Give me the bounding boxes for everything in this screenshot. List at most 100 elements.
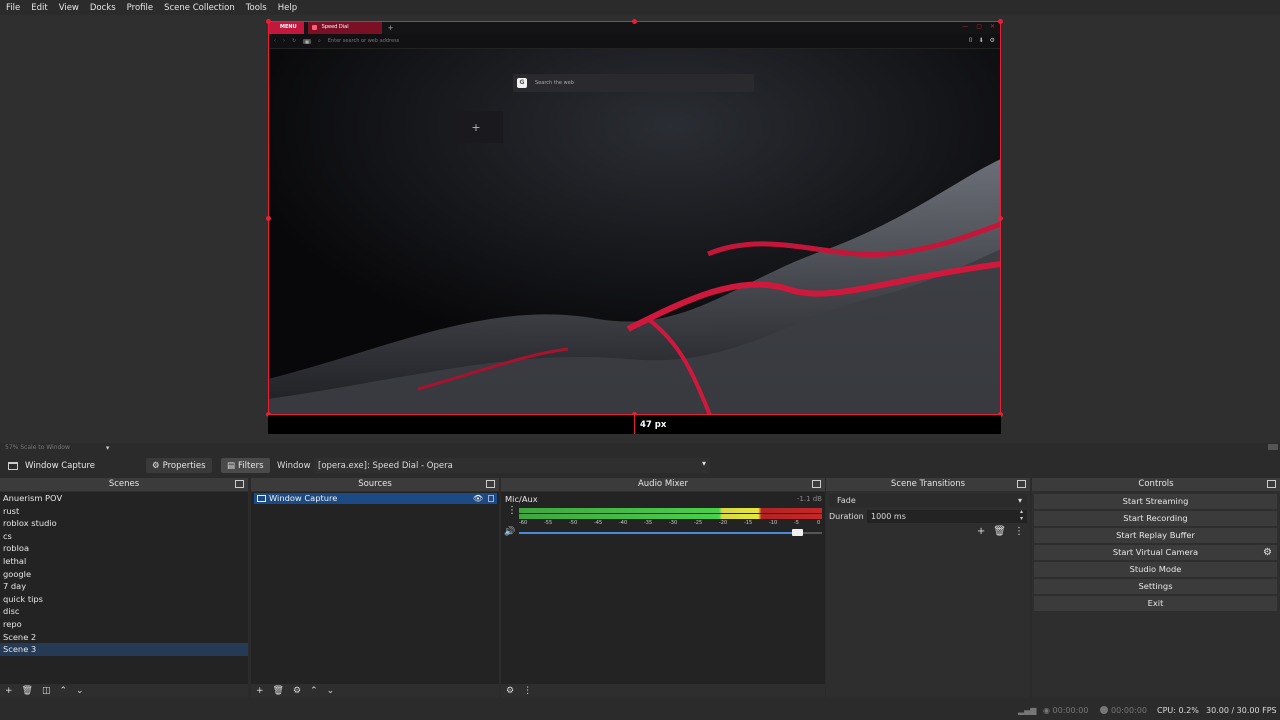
undock-icon[interactable] — [486, 480, 495, 488]
properties-button[interactable]: ⚙ Properties — [146, 458, 212, 473]
volume-slider-track[interactable] — [519, 532, 798, 534]
menu-scene-collection[interactable]: Scene Collection — [164, 3, 235, 13]
meter-tick: -20 — [719, 520, 728, 526]
menu-docks[interactable]: Docks — [90, 3, 116, 13]
scene-item[interactable]: robloa — [0, 542, 248, 555]
preview-canvas[interactable]: MENU Speed Dial + — ▢ ✕ ‹ › ↻ ▦ ⌕ Enter se… — [268, 21, 1001, 434]
scene-item[interactable]: lethal — [0, 555, 248, 568]
add-icon[interactable]: + — [5, 686, 13, 696]
scene-item[interactable]: disc — [0, 605, 248, 618]
window-capture-icon — [257, 495, 266, 502]
scene-item[interactable]: google — [0, 568, 248, 581]
spin-arrows-icon[interactable]: ▴ ▾ — [1020, 508, 1023, 522]
lock-icon[interactable] — [488, 495, 494, 502]
scene-item[interactable]: cs — [0, 530, 248, 543]
undock-icon[interactable] — [235, 480, 244, 488]
speaker-icon[interactable]: 🔊 — [504, 527, 515, 537]
start-recording-button[interactable]: Start Recording — [1034, 511, 1277, 526]
undock-icon[interactable] — [1017, 480, 1026, 488]
sources-toolbar: + 🗑 ⚙ ⌃ ⌄ — [251, 684, 499, 698]
scene-item[interactable]: quick tips — [0, 593, 248, 606]
resize-handle-top[interactable] — [632, 19, 637, 24]
preview-scrollbar[interactable] — [1268, 444, 1278, 450]
source-item[interactable]: Window Capture 👁 — [254, 493, 497, 504]
move-down-icon[interactable]: ⌄ — [327, 686, 335, 696]
move-down-icon[interactable]: ⌄ — [76, 686, 84, 696]
mixer-menu-icon[interactable]: ⋮ — [507, 505, 517, 516]
menu-tools[interactable]: Tools — [246, 3, 267, 13]
gear-icon[interactable]: ⚙ — [1263, 545, 1272, 560]
more-icon[interactable]: ⋮ — [1014, 526, 1024, 537]
add-icon[interactable]: + — [977, 526, 985, 537]
scenes-dock: Scenes Anuerism POV rust roblox studio c… — [0, 478, 248, 698]
move-up-icon[interactable]: ⌃ — [310, 686, 318, 696]
audio-mixer-title: Audio Mixer — [501, 478, 825, 491]
scene-item[interactable]: Scene 2 — [0, 631, 248, 644]
browser-address-bar: ‹ › ↻ ▦ ⌕ Enter search or web address ⌷ ⬇… — [268, 34, 1001, 49]
selected-source-name: Window Capture — [25, 460, 96, 471]
browser-search-box: G Search the web — [513, 74, 754, 92]
search-placeholder: Search the web — [535, 80, 574, 86]
menu-view[interactable]: View — [59, 3, 79, 13]
browser-window-controls: — ▢ ✕ — [962, 23, 995, 30]
start-virtual-camera-button[interactable]: Start Virtual Camera ⚙ — [1034, 545, 1277, 560]
reload-icon: ↻ — [292, 38, 297, 44]
scene-item[interactable]: 7 day — [0, 580, 248, 593]
record-icon — [1100, 706, 1108, 714]
gear-icon[interactable]: ⚙ — [293, 686, 301, 696]
resize-handle-right[interactable] — [998, 216, 1003, 221]
scene-item[interactable]: Anuerism POV — [0, 492, 248, 505]
scene-item-selected[interactable]: Scene 3 — [0, 643, 248, 656]
menu-profile[interactable]: Profile — [127, 3, 153, 13]
trash-icon[interactable]: 🗑 — [993, 526, 1006, 537]
controls-title: Controls — [1032, 478, 1280, 491]
gear-icon: ⚙ — [152, 460, 160, 471]
scenes-title: Scenes — [0, 478, 248, 491]
meter-tick: -30 — [669, 520, 678, 526]
undock-icon[interactable] — [812, 480, 821, 488]
chevron-down-icon[interactable]: ▾ — [106, 444, 110, 452]
audio-mixer-dock: Audio Mixer Mic/Aux -1.1 dB ⋮ -60 -55 -5… — [501, 478, 825, 698]
filters-label: Filters — [238, 460, 264, 471]
preview-scale-label: 57% Scale to Window — [5, 444, 70, 451]
start-replay-buffer-button[interactable]: Start Replay Buffer — [1034, 528, 1277, 543]
volume-slider-handle[interactable] — [792, 529, 803, 536]
meter-tick: -35 — [644, 520, 653, 526]
scene-item[interactable]: repo — [0, 618, 248, 631]
scene-filters-icon[interactable]: ◫ — [42, 686, 51, 696]
transition-select[interactable]: Fade ▾ — [829, 494, 1027, 507]
advanced-audio-icon[interactable]: ⚙ — [506, 686, 514, 696]
browser-tab-label: Speed Dial — [321, 24, 349, 30]
move-up-icon[interactable]: ⌃ — [60, 686, 68, 696]
browser-tab: Speed Dial — [307, 21, 382, 34]
settings-button[interactable]: Settings — [1034, 579, 1277, 594]
chevron-down-icon: ▾ — [1017, 496, 1022, 505]
menu-file[interactable]: File — [6, 3, 20, 13]
resize-handle-top-right[interactable] — [998, 19, 1003, 24]
undock-icon[interactable] — [1267, 480, 1276, 488]
start-streaming-button[interactable]: Start Streaming — [1034, 494, 1277, 509]
menu-edit[interactable]: Edit — [31, 3, 47, 13]
exit-button[interactable]: Exit — [1034, 596, 1277, 611]
menu-help[interactable]: Help — [278, 3, 297, 13]
filters-button[interactable]: ▤ Filters — [221, 458, 270, 473]
studio-mode-button[interactable]: Studio Mode — [1034, 562, 1277, 577]
add-icon[interactable]: + — [256, 686, 264, 696]
resize-handle-top-left[interactable] — [266, 19, 271, 24]
ai-tag-icon: ▦ — [303, 38, 311, 44]
duration-label: Duration — [829, 512, 864, 521]
google-logo: G — [517, 78, 527, 88]
duration-spinbox[interactable]: 1000 ms ▴ ▾ — [867, 508, 1027, 523]
browser-menu-button: MENU — [268, 21, 304, 34]
window-select[interactable]: [opera.exe]: Speed Dial - Opera ▾ — [314, 458, 710, 473]
scene-item[interactable]: roblox studio — [0, 517, 248, 530]
resize-handle-left[interactable] — [266, 216, 271, 221]
stream-status: ◉ 00:00:00 — [1043, 706, 1088, 715]
menu-bar: File Edit View Docks Profile Scene Colle… — [0, 0, 1280, 15]
mixer-more-icon[interactable]: ⋮ — [523, 686, 532, 696]
transitions-body: Fade ▾ Duration 1000 ms ▴ ▾ + 🗑 ⋮ — [826, 492, 1030, 698]
trash-icon[interactable]: 🗑 — [22, 686, 33, 696]
eye-icon[interactable]: 👁 — [473, 493, 483, 504]
trash-icon[interactable]: 🗑 — [273, 686, 284, 696]
scene-item[interactable]: rust — [0, 505, 248, 518]
